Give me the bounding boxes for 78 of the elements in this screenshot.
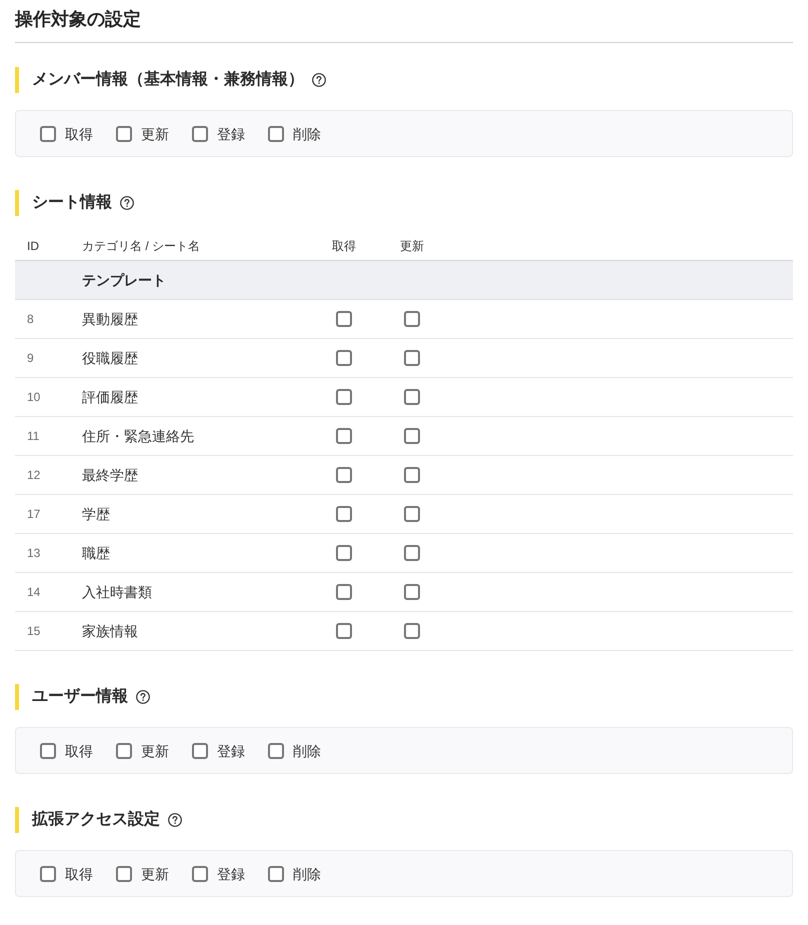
accent-bar xyxy=(15,684,19,710)
table-cell-text: 住所・緊急連絡先 xyxy=(82,427,194,446)
checkbox[interactable] xyxy=(336,506,352,522)
section-title: ユーザー情報 xyxy=(32,686,128,707)
table-cell-text: 8 xyxy=(26,311,34,327)
checkbox[interactable] xyxy=(192,742,208,758)
table-cell-text: 異動履歴 xyxy=(82,310,138,329)
table-cell-text: 職歴 xyxy=(82,544,110,563)
checkbox-label[interactable]: 取得 xyxy=(65,740,93,760)
checkbox[interactable] xyxy=(404,545,420,561)
section-title: メンバー情報（基本情報・兼務情報） xyxy=(32,70,304,90)
accent-bar xyxy=(15,807,19,833)
checkbox-label[interactable]: 更新 xyxy=(141,124,169,144)
checkbox[interactable] xyxy=(336,623,352,639)
checkbox-label[interactable]: 登録 xyxy=(217,124,245,144)
checkbox[interactable] xyxy=(336,389,352,405)
checkbox-label[interactable]: 削除 xyxy=(293,864,321,884)
checkbox[interactable] xyxy=(40,126,56,142)
checkbox-label[interactable]: 取得 xyxy=(65,124,93,144)
table-cell-text: 13 xyxy=(26,545,40,561)
checkbox[interactable] xyxy=(268,126,284,142)
table-cell-text: 11 xyxy=(26,428,40,444)
column-header: 更新 xyxy=(400,238,424,254)
checkbox-label[interactable]: 取得 xyxy=(65,864,93,884)
table-cell-text: 評価履歴 xyxy=(82,388,138,407)
checkbox-label[interactable]: 登録 xyxy=(217,740,245,760)
column-header: 取得 xyxy=(332,238,356,254)
help-icon[interactable] xyxy=(312,73,326,87)
table-cell-text: 9 xyxy=(26,350,34,366)
checkbox[interactable] xyxy=(404,428,420,444)
column-header: カテゴリ名 / シート名 xyxy=(82,238,200,254)
section-title: 拡張アクセス設定 xyxy=(32,809,160,830)
help-icon[interactable] xyxy=(168,813,182,827)
table-cell-text: 最終学歴 xyxy=(82,466,138,485)
checkbox[interactable] xyxy=(404,311,420,327)
table-cell-text: 10 xyxy=(26,389,40,405)
checkbox[interactable] xyxy=(336,467,352,483)
checkbox[interactable] xyxy=(336,350,352,366)
accent-bar xyxy=(15,190,19,216)
table-cell-text: 役職履歴 xyxy=(82,349,138,368)
checkbox[interactable] xyxy=(336,311,352,327)
checkbox-label[interactable]: 削除 xyxy=(293,740,321,760)
checkbox[interactable] xyxy=(404,467,420,483)
column-header: ID xyxy=(26,238,39,254)
checkbox-label[interactable]: 削除 xyxy=(293,124,321,144)
help-icon[interactable] xyxy=(120,196,134,210)
checkbox[interactable] xyxy=(40,866,56,882)
checkbox[interactable] xyxy=(116,866,132,882)
table-cell-text: 15 xyxy=(26,623,40,639)
checkbox[interactable] xyxy=(404,623,420,639)
checkbox[interactable] xyxy=(404,584,420,600)
table-cell-text: 家族情報 xyxy=(82,622,138,641)
checkbox[interactable] xyxy=(404,506,420,522)
checkbox[interactable] xyxy=(336,584,352,600)
checkbox[interactable] xyxy=(192,866,208,882)
checkbox[interactable] xyxy=(40,742,56,758)
checkbox-label[interactable]: 更新 xyxy=(141,740,169,760)
page-title: 操作対象の設定 xyxy=(15,8,142,31)
table-cell-text: 14 xyxy=(26,584,40,600)
checkbox[interactable] xyxy=(268,742,284,758)
help-icon[interactable] xyxy=(136,690,150,704)
table-cell-text: 学歴 xyxy=(82,505,110,524)
section-title: シート情報 xyxy=(32,192,112,213)
checkbox[interactable] xyxy=(192,126,208,142)
checkbox[interactable] xyxy=(116,742,132,758)
accent-bar xyxy=(15,67,19,93)
checkbox[interactable] xyxy=(404,350,420,366)
group-label: テンプレート xyxy=(82,271,166,290)
checkbox-label[interactable]: 登録 xyxy=(217,864,245,884)
checkbox[interactable] xyxy=(116,126,132,142)
checkbox[interactable] xyxy=(268,866,284,882)
checkbox[interactable] xyxy=(336,545,352,561)
checkbox[interactable] xyxy=(404,389,420,405)
table-cell-text: 入社時書類 xyxy=(82,583,152,602)
table-cell-text: 17 xyxy=(26,506,40,522)
checkbox[interactable] xyxy=(336,428,352,444)
checkbox-label[interactable]: 更新 xyxy=(141,864,169,884)
table-cell-text: 12 xyxy=(26,467,40,483)
